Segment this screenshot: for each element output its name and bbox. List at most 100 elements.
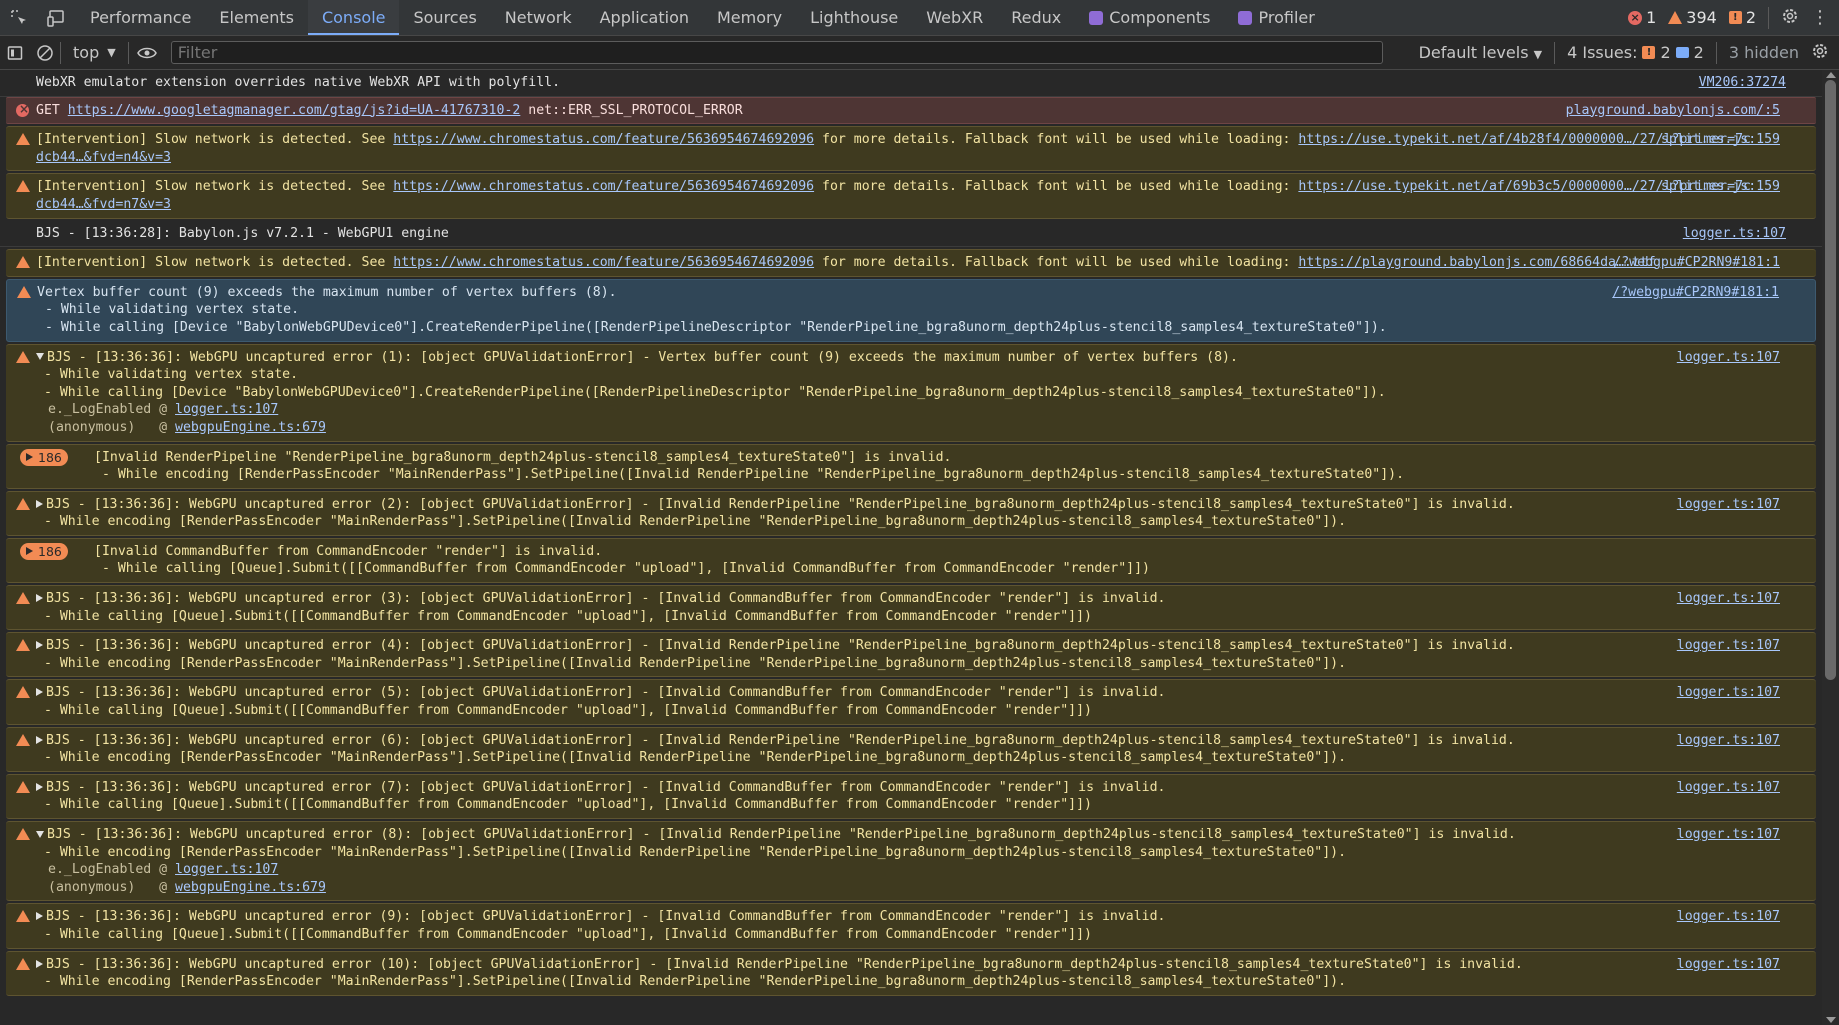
- tab-redux[interactable]: Redux: [997, 0, 1075, 35]
- console-message[interactable]: 186 [Invalid CommandBuffer from CommandEn…: [6, 537, 1816, 584]
- source-link[interactable]: logger.ts:107: [1677, 779, 1780, 797]
- console-message[interactable]: 186 [Invalid RenderPipeline "RenderPipeli…: [6, 443, 1816, 489]
- message-link[interactable]: https://www.chromestatus.com/feature/563…: [393, 179, 814, 194]
- console-message[interactable]: BJS - [13:36:36]: WebGPU uncaptured erro…: [6, 950, 1816, 996]
- source-link[interactable]: logger.ts:107: [1677, 349, 1780, 367]
- source-link[interactable]: split.es.js:159: [1661, 178, 1780, 196]
- collapsed-triangle-icon[interactable]: [36, 499, 43, 508]
- tab-elements[interactable]: Elements: [205, 0, 308, 35]
- warning-icon: [1668, 11, 1683, 24]
- console-message[interactable]: BJS - [13:36:28]: Babylon.js v7.2.1 - We…: [0, 220, 1822, 248]
- source-link[interactable]: logger.ts:107: [1677, 732, 1780, 750]
- settings-gear-icon[interactable]: [1781, 7, 1799, 29]
- message-link[interactable]: https://playground.babylonjs.com/68664da…: [1298, 255, 1655, 270]
- stack-link[interactable]: logger.ts:107: [175, 862, 278, 877]
- warning-counter[interactable]: 394: [1668, 8, 1717, 27]
- issue-info-icon: [1675, 47, 1689, 58]
- collapsed-triangle-icon[interactable]: [36, 782, 43, 791]
- source-link[interactable]: logger.ts:107: [1677, 956, 1780, 974]
- warning-icon: [16, 497, 30, 516]
- collapsed-triangle-icon[interactable]: [36, 688, 43, 697]
- console-message[interactable]: BJS - [13:36:36]: WebGPU uncaptured erro…: [6, 726, 1816, 772]
- console-message[interactable]: BJS - [13:36:36]: WebGPU uncaptured erro…: [6, 773, 1816, 819]
- message-text: Vertex buffer count (9) exceeds the maxi…: [37, 284, 1387, 335]
- console-message[interactable]: BJS - [13:36:36]: WebGPU uncaptured erro…: [6, 903, 1816, 949]
- tab-label: Application: [599, 8, 689, 27]
- source-link[interactable]: playground.babylonjs.com/:5: [1566, 102, 1780, 120]
- scroll-down-icon[interactable]: [1826, 1017, 1836, 1023]
- console-message[interactable]: BJS - [13:36:36]: WebGPU uncaptured erro…: [6, 679, 1816, 725]
- console-settings-gear-icon[interactable]: [1811, 42, 1829, 64]
- message-link[interactable]: https://www.chromestatus.com/feature/563…: [393, 132, 814, 147]
- console-message[interactable]: BJS - [13:36:36]: WebGPU uncaptured erro…: [6, 821, 1816, 902]
- console-message[interactable]: [Intervention] Slow network is detected.…: [6, 249, 1816, 277]
- console-message[interactable]: BJS - [13:36:36]: WebGPU uncaptured erro…: [6, 343, 1816, 442]
- tab-sources[interactable]: Sources: [399, 0, 490, 35]
- stack-link[interactable]: webgpuEngine.ts:679: [175, 880, 326, 895]
- source-link[interactable]: logger.ts:107: [1683, 225, 1786, 243]
- console-message[interactable]: Vertex buffer count (9) exceeds the maxi…: [6, 278, 1816, 342]
- source-link[interactable]: VM206:37274: [1699, 74, 1786, 92]
- tab-application[interactable]: Application: [586, 0, 703, 35]
- collapsed-triangle-icon[interactable]: [36, 912, 43, 921]
- repeat-count-badge[interactable]: 186: [20, 542, 68, 560]
- stack-link[interactable]: webgpuEngine.ts:679: [175, 420, 326, 435]
- console-message[interactable]: GET https://www.googletagmanager.com/gta…: [6, 96, 1816, 125]
- scroll-up-icon[interactable]: [1826, 72, 1836, 78]
- tab-webxr[interactable]: WebXR: [912, 0, 997, 35]
- console-scrollbar[interactable]: [1822, 70, 1839, 1025]
- filter-input[interactable]: [170, 41, 1383, 64]
- live-expression-eye-icon[interactable]: [129, 36, 165, 69]
- message-text: BJS - [13:36:36]: WebGPU uncaptured erro…: [43, 909, 1166, 942]
- console-messages: WebXR emulator extension overrides nativ…: [0, 70, 1822, 1025]
- stack-link[interactable]: logger.ts:107: [175, 402, 278, 417]
- error-counter[interactable]: × 1: [1628, 8, 1656, 27]
- status-counters[interactable]: × 1 394 ! 2 ⋮: [1628, 0, 1839, 35]
- tab-performance[interactable]: Performance: [76, 0, 205, 35]
- issues-button[interactable]: 4 Issues: ! 2 2: [1567, 43, 1704, 62]
- console-message[interactable]: BJS - [13:36:36]: WebGPU uncaptured erro…: [6, 585, 1816, 631]
- log-levels-dropdown[interactable]: Default levels ▼: [1419, 43, 1543, 62]
- more-options-icon[interactable]: ⋮: [1811, 7, 1829, 28]
- clear-console-icon[interactable]: [30, 36, 60, 69]
- device-toolbar-icon[interactable]: [38, 0, 76, 35]
- hidden-count: 3 hidden: [1728, 43, 1799, 62]
- message-link[interactable]: https://www.chromestatus.com/feature/563…: [393, 255, 814, 270]
- source-link[interactable]: logger.ts:107: [1677, 637, 1780, 655]
- collapsed-triangle-icon[interactable]: [36, 735, 43, 744]
- context-selector[interactable]: top ▼: [61, 43, 128, 62]
- collapsed-triangle-icon[interactable]: [36, 594, 43, 603]
- source-link[interactable]: logger.ts:107: [1677, 590, 1780, 608]
- tab-label: Components: [1109, 8, 1211, 27]
- issues-counter[interactable]: ! 2: [1728, 8, 1756, 27]
- expanded-triangle-icon[interactable]: [36, 353, 44, 361]
- source-link[interactable]: /?webgpu#CP2RN9#181:1: [1613, 254, 1780, 272]
- tab-lighthouse[interactable]: Lighthouse: [796, 0, 912, 35]
- inspect-element-icon[interactable]: [0, 0, 38, 35]
- source-link[interactable]: /?webgpu#CP2RN9#181:1: [1612, 284, 1779, 302]
- tab-memory[interactable]: Memory: [703, 0, 796, 35]
- collapsed-triangle-icon[interactable]: [36, 641, 43, 650]
- source-link[interactable]: logger.ts:107: [1677, 826, 1780, 844]
- console-message[interactable]: [Intervention] Slow network is detected.…: [6, 173, 1816, 219]
- source-link[interactable]: split.es.js:159: [1661, 131, 1780, 149]
- scrollbar-thumb[interactable]: [1825, 80, 1836, 680]
- collapsed-triangle-icon[interactable]: [36, 959, 43, 968]
- repeat-count-badge[interactable]: 186: [20, 448, 68, 466]
- tab-profiler[interactable]: Profiler: [1224, 0, 1328, 35]
- expanded-triangle-icon[interactable]: [36, 830, 44, 838]
- tab-components[interactable]: Components: [1075, 0, 1224, 35]
- console-message[interactable]: [Intervention] Slow network is detected.…: [6, 126, 1816, 172]
- message-link[interactable]: https://www.googletagmanager.com/gtag/js…: [68, 103, 521, 118]
- source-link[interactable]: logger.ts:107: [1677, 684, 1780, 702]
- console-message[interactable]: BJS - [13:36:36]: WebGPU uncaptured erro…: [6, 632, 1816, 678]
- message-text: [Invalid RenderPipeline "RenderPipeline_…: [94, 449, 1405, 483]
- source-link[interactable]: logger.ts:107: [1677, 496, 1780, 514]
- source-link[interactable]: logger.ts:107: [1677, 908, 1780, 926]
- sidebar-toggle-icon[interactable]: [0, 36, 30, 69]
- issue-warning-icon: !: [1642, 46, 1656, 59]
- tab-network[interactable]: Network: [491, 0, 586, 35]
- console-message[interactable]: BJS - [13:36:36]: WebGPU uncaptured erro…: [6, 490, 1816, 536]
- console-message[interactable]: WebXR emulator extension overrides nativ…: [0, 70, 1822, 97]
- tab-console[interactable]: Console: [307, 0, 400, 35]
